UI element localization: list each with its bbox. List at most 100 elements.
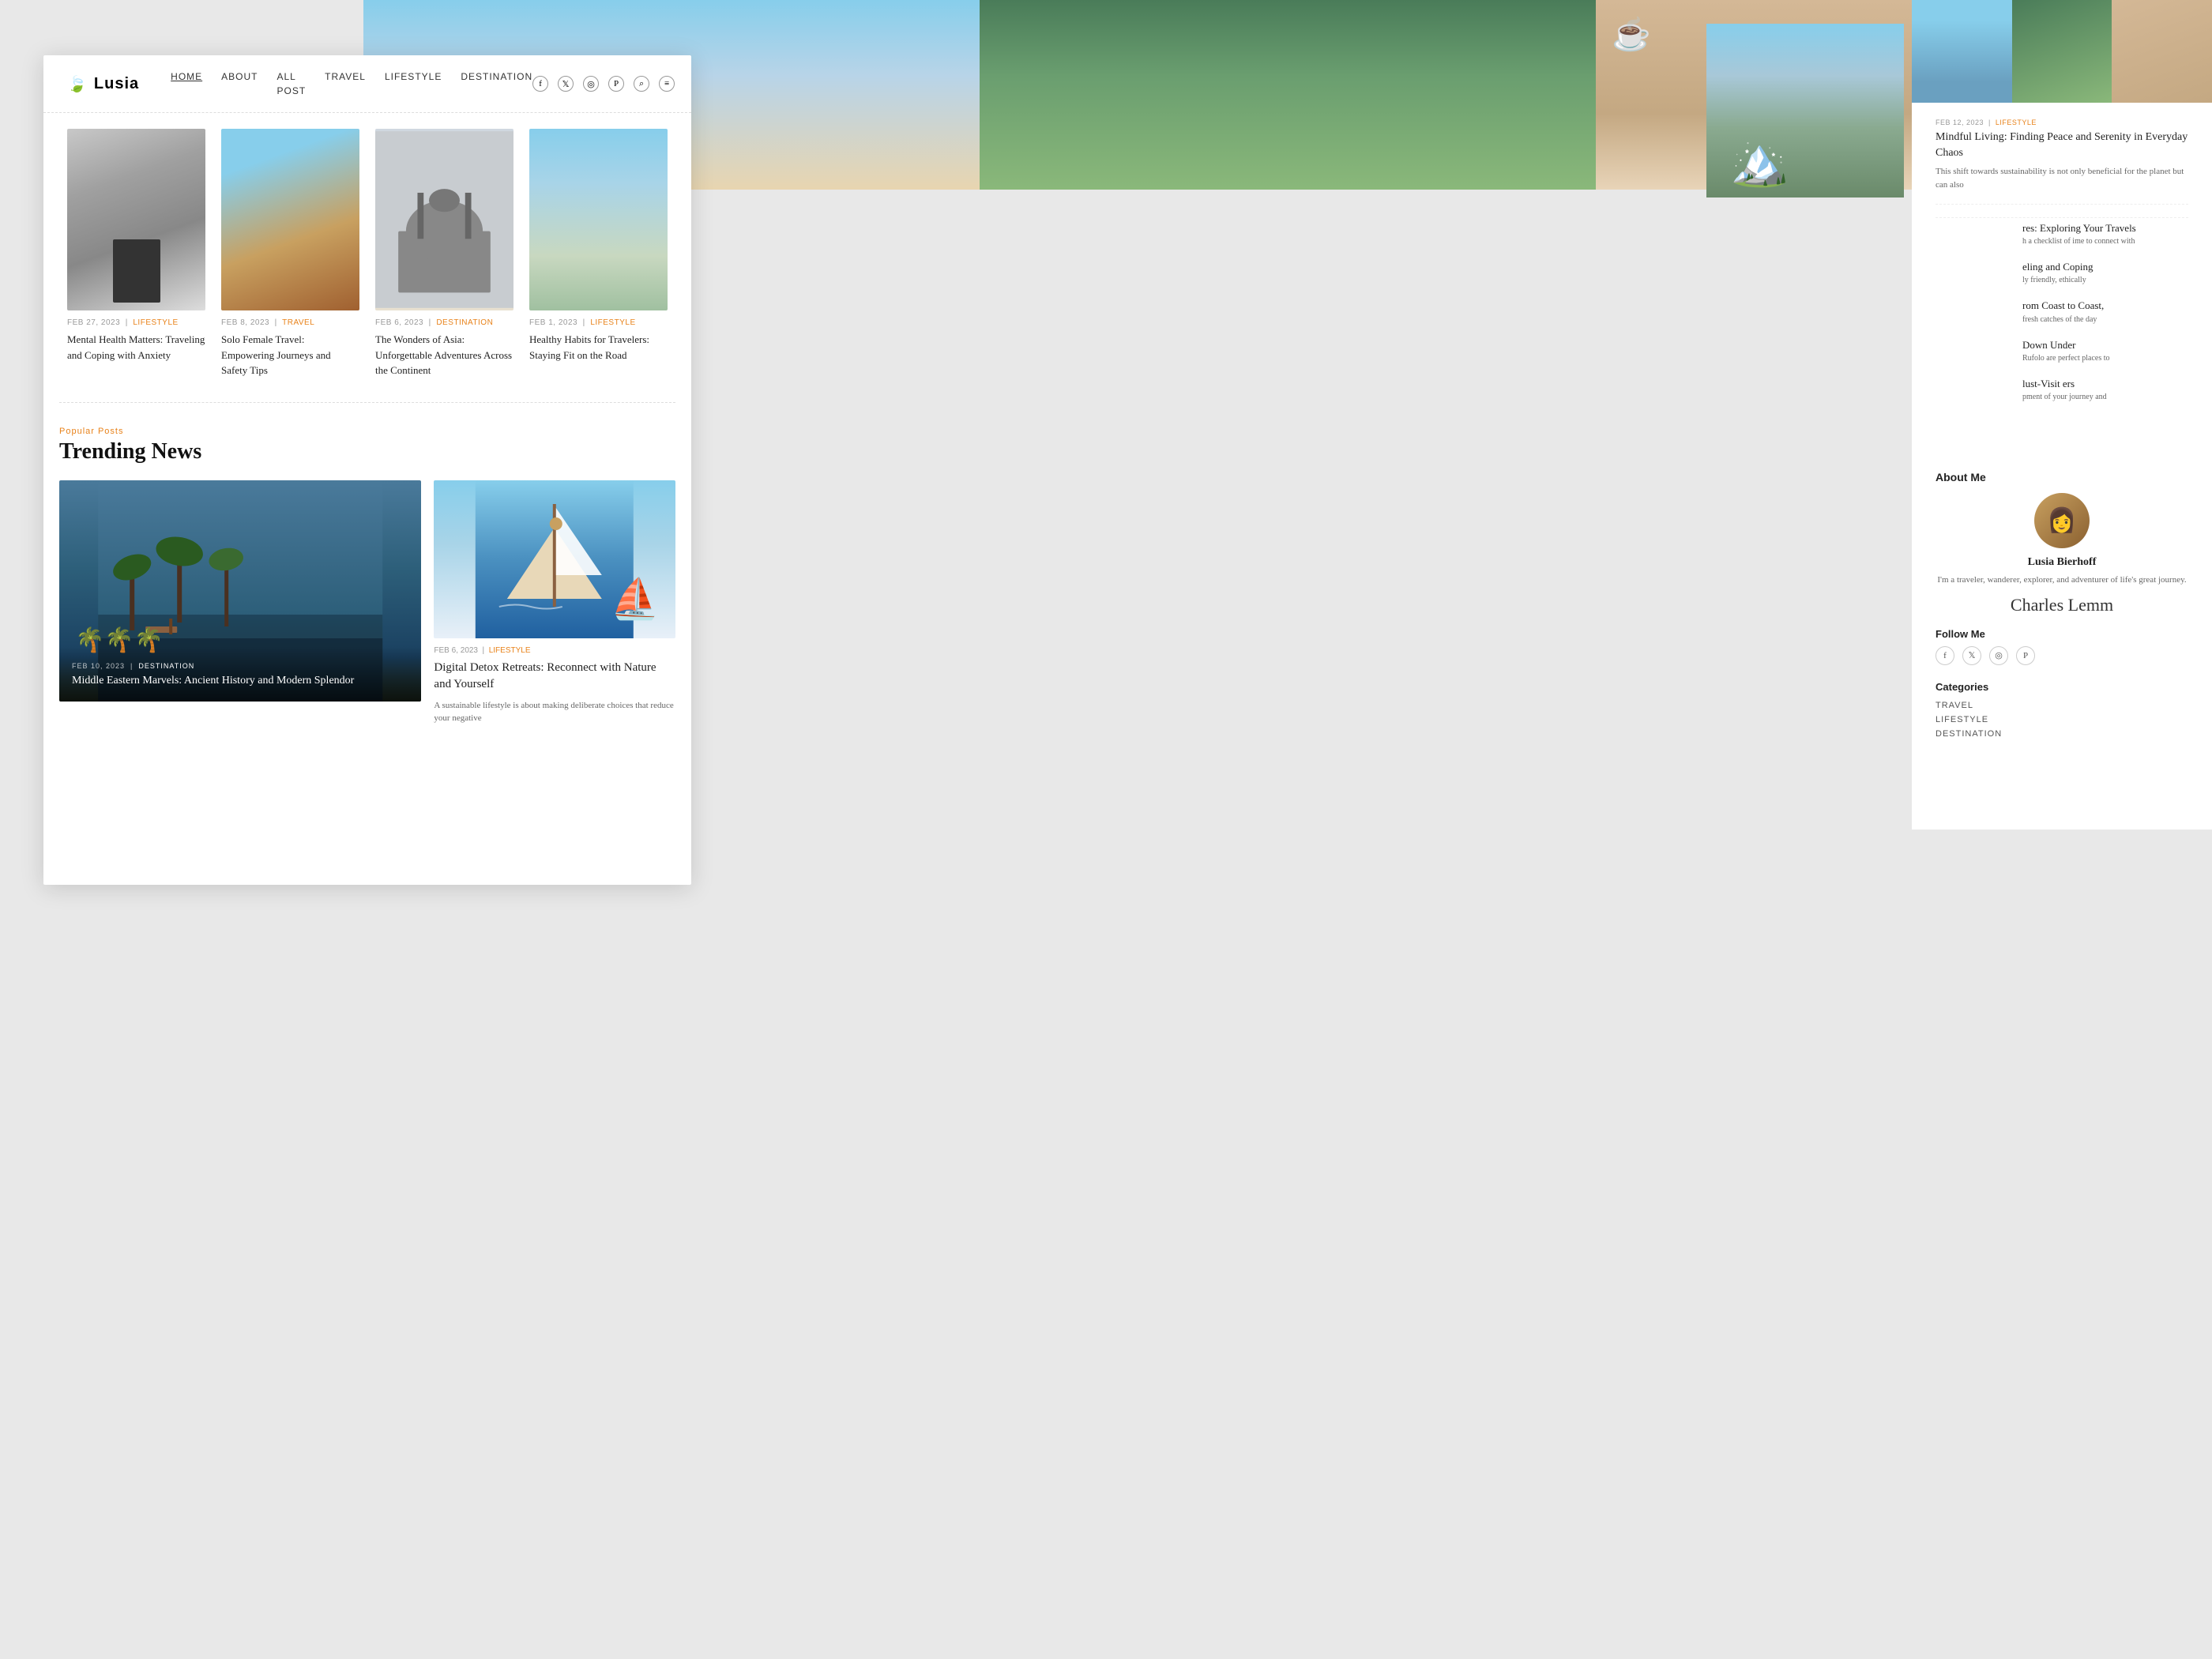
article-image-3 — [375, 129, 514, 310]
trending-label: Popular Posts — [59, 427, 675, 436]
sidebar-img-1 — [1912, 0, 2012, 103]
nav-item-home[interactable]: HOME — [171, 70, 202, 98]
sidebar-article-category: LIFESTYLE — [1996, 118, 2037, 126]
facebook-icon[interactable]: f — [532, 76, 548, 92]
pinterest-icon[interactable]: P — [608, 76, 624, 92]
logo-icon: 🍃 — [67, 74, 88, 94]
trending-main-overlay: FEB 10, 2023 | DESTINATION Middle Easter… — [59, 646, 421, 702]
category-travel[interactable]: TRAVEL — [1936, 701, 2188, 710]
article-image-2 — [221, 129, 359, 310]
article-category-2: TRAVEL — [282, 318, 314, 327]
about-title: About Me — [1936, 471, 2188, 483]
follow-pinterest-icon[interactable]: P — [2016, 646, 2035, 665]
about-section: About Me Lusia Bierhoff I'm a traveler, … — [1936, 471, 2188, 615]
article-date-1: FEB 27, 2023 — [67, 318, 120, 327]
trending-main-date: FEB 10, 2023 — [72, 662, 125, 670]
sidebar-img-2 — [2012, 0, 2112, 103]
article-category-4: LIFESTYLE — [590, 318, 635, 327]
follow-facebook-icon[interactable]: f — [1936, 646, 1954, 665]
navigation: 🍃 Lusia HOME ABOUT ALL POST TRAVEL LIFES… — [43, 55, 691, 113]
sidebar-divider — [1936, 217, 2188, 218]
nav-item-allpost[interactable]: ALL POST — [277, 70, 307, 98]
trending-main-article[interactable]: FEB 10, 2023 | DESTINATION Middle Easter… — [59, 480, 421, 702]
article-title-4: Healthy Habits for Travelers: Staying Fi… — [529, 332, 668, 363]
follow-twitter-icon[interactable]: 𝕏 — [1962, 646, 1981, 665]
search-icon[interactable]: ⌕ — [634, 76, 649, 92]
sidebar-featured-article[interactable]: FEB 12, 2023 | LIFESTYLE Mindful Living:… — [1936, 118, 2188, 205]
follow-section: Follow Me f 𝕏 ◎ P — [1936, 628, 2188, 665]
article-date-2: FEB 8, 2023 — [221, 318, 269, 327]
trending-main-category: DESTINATION — [138, 662, 194, 670]
article-meta-3: FEB 6, 2023 | DESTINATION — [375, 318, 514, 327]
sidebar-img-3 — [2112, 0, 2212, 103]
category-lifestyle[interactable]: LIFESTYLE — [1936, 715, 2188, 724]
categories-section: Categories TRAVEL LIFESTYLE DESTINATION — [1936, 681, 2188, 739]
nav-link-destination[interactable]: DESTINATION — [461, 71, 532, 82]
trending-sec-image — [434, 480, 675, 638]
nav-link-allpost[interactable]: ALL POST — [277, 71, 307, 96]
article-card-2[interactable]: FEB 8, 2023 | TRAVEL Solo Female Travel:… — [213, 129, 367, 378]
nav-item-about[interactable]: ABOUT — [221, 70, 258, 98]
sidebar-article-meta: FEB 12, 2023 | LIFESTYLE — [1936, 118, 2188, 126]
trending-main-meta: FEB 10, 2023 | DESTINATION — [72, 662, 408, 670]
trending-grid: FEB 10, 2023 | DESTINATION Middle Easter… — [59, 480, 675, 725]
follow-title: Follow Me — [1936, 628, 2188, 640]
nav-link-home[interactable]: HOME — [171, 71, 202, 82]
trending-main-title: Middle Eastern Marvels: Ancient History … — [72, 673, 408, 689]
article-date-4: FEB 1, 2023 — [529, 318, 577, 327]
article-meta-4: FEB 1, 2023 | LIFESTYLE — [529, 318, 668, 327]
bg-art-4: Down Under Rufolo are perfect places to — [2022, 338, 2196, 364]
article-title-3: The Wonders of Asia: Unforgettable Adven… — [375, 332, 514, 378]
trending-title: Trending News — [59, 439, 675, 465]
trending-sec-date: FEB 6, 2023 — [434, 646, 478, 655]
right-sidebar: FEB 12, 2023 | LIFESTYLE Mindful Living:… — [1912, 0, 2212, 830]
nav-link-about[interactable]: ABOUT — [221, 71, 258, 82]
trending-sec-category: LIFESTYLE — [489, 646, 531, 655]
bg-art-3: rom Coast to Coast, fresh catches of the… — [2022, 299, 2196, 325]
categories-title: Categories — [1936, 681, 2188, 693]
twitter-icon[interactable]: 𝕏 — [558, 76, 574, 92]
nav-item-travel[interactable]: TRAVEL — [325, 70, 366, 98]
menu-icon[interactable]: ≡ — [659, 76, 675, 92]
article-title-1: Mental Health Matters: Traveling and Cop… — [67, 332, 205, 363]
logo[interactable]: 🍃 Lusia — [67, 74, 139, 94]
sidebar-top-images — [1912, 0, 2212, 103]
article-card-4[interactable]: FEB 1, 2023 | LIFESTYLE Healthy Habits f… — [521, 129, 675, 378]
articles-row: FEB 27, 2023 | LIFESTYLE Mental Health M… — [43, 113, 691, 402]
main-card: 🍃 Lusia HOME ABOUT ALL POST TRAVEL LIFES… — [43, 55, 691, 885]
logo-text: Lusia — [94, 75, 139, 93]
about-name: Lusia Bierhoff — [1936, 556, 2188, 569]
nav-item-lifestyle[interactable]: LIFESTYLE — [385, 70, 442, 98]
article-title-2: Solo Female Travel: Empowering Journeys … — [221, 332, 359, 378]
article-category-1: LIFESTYLE — [133, 318, 178, 327]
nav-link-lifestyle[interactable]: LIFESTYLE — [385, 71, 442, 82]
follow-instagram-icon[interactable]: ◎ — [1989, 646, 2008, 665]
sidebar-article-title: Mindful Living: Finding Peace and Sereni… — [1936, 130, 2188, 160]
article-card-3[interactable]: FEB 6, 2023 | DESTINATION The Wonders of… — [367, 129, 521, 378]
trending-sec-meta: FEB 6, 2023 | LIFESTYLE — [434, 646, 675, 655]
article-image-1 — [67, 129, 205, 310]
bg-art-2: eling and Coping ly friendly, ethically — [2022, 260, 2196, 286]
bg-img-mountain — [980, 0, 1596, 190]
article-image-4 — [529, 129, 668, 310]
sidebar-bg-articles: res: Exploring Your Travels h a checklis… — [2022, 221, 2196, 416]
nav-item-destination[interactable]: DESTINATION — [461, 70, 532, 98]
trending-secondary-article[interactable]: FEB 6, 2023 | LIFESTYLE Digital Detox Re… — [434, 480, 675, 725]
instagram-icon[interactable]: ◎ — [583, 76, 599, 92]
article-meta-2: FEB 8, 2023 | TRAVEL — [221, 318, 359, 327]
article-meta-1: FEB 27, 2023 | LIFESTYLE — [67, 318, 205, 327]
trending-sec-desc: A sustainable lifestyle is about making … — [434, 699, 675, 725]
sidebar-article-date: FEB 12, 2023 — [1936, 118, 1984, 126]
nav-links: HOME ABOUT ALL POST TRAVEL LIFESTYLE DES… — [171, 70, 532, 98]
article-card-1[interactable]: FEB 27, 2023 | LIFESTYLE Mental Health M… — [59, 129, 213, 378]
bg-mountain-woman-image — [1706, 24, 1904, 198]
bg-art-5: lust-Visit ers pment of your journey and — [2022, 377, 2196, 403]
nav-link-travel[interactable]: TRAVEL — [325, 71, 366, 82]
nav-social-icons: f 𝕏 ◎ P ⌕ ≡ — [532, 76, 675, 92]
trending-sec-title: Digital Detox Retreats: Reconnect with N… — [434, 660, 675, 693]
follow-icons: f 𝕏 ◎ P — [1936, 646, 2188, 665]
category-destination[interactable]: DESTINATION — [1936, 729, 2188, 739]
article-category-3: DESTINATION — [436, 318, 493, 327]
about-avatar — [2034, 493, 2090, 548]
about-description: I'm a traveler, wanderer, explorer, and … — [1936, 574, 2188, 587]
